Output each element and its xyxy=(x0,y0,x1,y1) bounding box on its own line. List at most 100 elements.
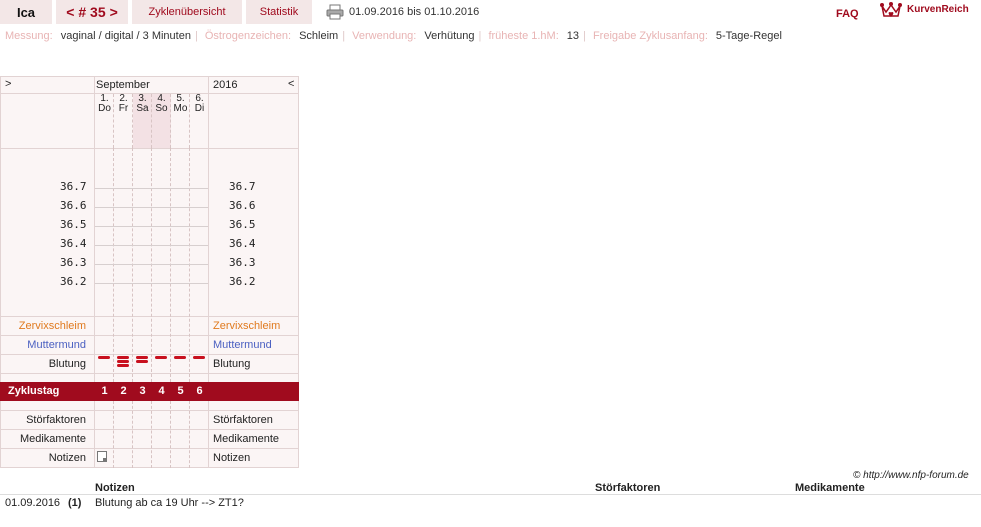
note-text: Blutung ab ca 19 Uhr --> ZT1? xyxy=(95,497,244,509)
setting-value: 13 xyxy=(566,30,580,42)
cycle-day-row: Zyklustag 1 2 3 4 5 6 xyxy=(0,382,299,401)
day-divider xyxy=(113,148,114,382)
cycle-day-cell[interactable]: 6 xyxy=(190,385,209,397)
bleeding-mark[interactable] xyxy=(136,360,148,363)
day-divider xyxy=(132,94,133,148)
temperature-label-right: 36.4 xyxy=(229,237,256,250)
row-separator xyxy=(0,410,299,411)
brand-logo[interactable]: KurvenReich xyxy=(907,4,969,15)
cycle-day-cell[interactable]: 3 xyxy=(133,385,152,397)
setting-label: Messung: xyxy=(5,30,53,42)
bleeding-mark[interactable] xyxy=(193,356,205,359)
temperature-chart: > September 2016 < 1. Do 2. Fr 3. Sa 4. So 5… xyxy=(0,76,299,468)
day-header: 1. Do xyxy=(95,94,114,114)
cycle-number: # 35 xyxy=(78,4,106,20)
temperature-gridline xyxy=(95,188,208,189)
notes-column-header: Notizen xyxy=(95,482,135,494)
medication-row-label: Medikamente xyxy=(19,433,86,445)
setting-label: Östrogenzeichen: xyxy=(204,30,292,42)
notes-row-label-right: Notizen xyxy=(213,452,251,464)
user-tab[interactable]: Ica xyxy=(0,0,52,24)
row-separator xyxy=(0,448,299,449)
separator: | xyxy=(583,30,586,42)
chart-scroll-right-button[interactable]: < xyxy=(288,78,294,96)
day-divider xyxy=(151,94,152,148)
bleeding-mark[interactable] xyxy=(117,364,129,367)
cycle-navigator: < # 35 > xyxy=(56,0,128,24)
temperature-label-right: 36.5 xyxy=(229,218,256,231)
day-divider xyxy=(170,401,171,468)
row-separator xyxy=(0,373,299,374)
day-of-week: Sa xyxy=(136,103,149,114)
cycle-day-cell[interactable]: 1 xyxy=(95,385,114,397)
bleeding-mark[interactable] xyxy=(117,356,129,359)
day-divider xyxy=(151,401,152,468)
bleeding-mark[interactable] xyxy=(117,360,129,363)
bleeding-mark[interactable] xyxy=(98,356,110,359)
row-separator xyxy=(0,335,299,336)
crown-heart-icon[interactable] xyxy=(880,2,902,20)
temperature-label: 36.4 xyxy=(60,237,87,250)
tab-statistics[interactable]: Statistik xyxy=(246,0,312,24)
day-divider xyxy=(170,94,171,148)
setting-label: früheste 1.hM: xyxy=(488,30,559,42)
cycle-day-label: Zyklustag xyxy=(8,385,60,397)
day-of-week: Fr xyxy=(118,103,129,114)
setting-value: Verhütung xyxy=(424,30,475,42)
printer-icon[interactable] xyxy=(326,4,344,20)
next-cycle-button[interactable]: > xyxy=(110,4,118,20)
cycle-settings-line: Messung: vaginal / digital / 3 Minuten | Ö… xyxy=(5,30,786,42)
row-separator xyxy=(0,316,299,317)
chart-scroll-left-button[interactable]: > xyxy=(5,78,11,96)
setting-value: 5-Tage-Regel xyxy=(715,30,782,42)
setting-value: Schleim xyxy=(299,30,339,42)
date-range: 01.09.2016 bis 01.10.2016 xyxy=(349,6,480,18)
tab-cycle-overview[interactable]: Zyklenübersicht xyxy=(132,0,242,24)
disturbances-row-label: Störfaktoren xyxy=(26,414,86,426)
table-header-rule xyxy=(0,494,981,495)
temperature-gridline xyxy=(95,207,208,208)
day-divider xyxy=(170,148,171,382)
year-label: 2016 xyxy=(213,79,238,91)
day-divider xyxy=(132,401,133,468)
bleeding-mark[interactable] xyxy=(174,356,186,359)
day-of-week: Mo xyxy=(173,103,188,114)
day-divider xyxy=(113,401,114,468)
bleeding-row-label-right: Blutung xyxy=(213,358,251,370)
cycle-day-cell[interactable]: 2 xyxy=(114,385,133,397)
day-of-week: So xyxy=(155,103,168,114)
setting-label: Freigabe Zyklusanfang: xyxy=(592,30,708,42)
bleeding-mark[interactable] xyxy=(155,356,167,359)
notes-row-label: Notizen xyxy=(48,452,86,464)
chart-border xyxy=(0,76,299,77)
cervix-position-row-label-right: Muttermund xyxy=(213,339,272,351)
previous-cycle-button[interactable]: < xyxy=(66,4,74,20)
note-date: 01.09.2016 xyxy=(5,497,61,509)
row-separator xyxy=(0,429,299,430)
copyright-notice: © http://www.nfp-forum.de xyxy=(853,470,969,481)
cycle-day-cell[interactable]: 5 xyxy=(171,385,190,397)
temperature-label: 36.5 xyxy=(60,218,87,231)
cycle-day-cell[interactable]: 4 xyxy=(152,385,171,397)
separator: | xyxy=(194,30,198,42)
cervix-row-label: Zervixschleim xyxy=(18,320,86,332)
note-icon[interactable] xyxy=(97,451,107,462)
temperature-label: 36.2 xyxy=(60,275,87,288)
day-of-week: Do xyxy=(98,103,111,114)
separator: | xyxy=(342,30,346,42)
day-header: 6. Di xyxy=(190,94,209,114)
setting-label: Verwendung: xyxy=(352,30,417,42)
cervix-row-label-right: Zervixschleim xyxy=(213,320,281,332)
faq-link[interactable]: FAQ xyxy=(836,8,859,20)
bleeding-mark[interactable] xyxy=(136,356,148,359)
row-separator xyxy=(0,354,299,355)
day-divider xyxy=(189,94,190,148)
temperature-gridline xyxy=(95,226,208,227)
temperature-gridline xyxy=(95,264,208,265)
temperature-label-right: 36.3 xyxy=(229,256,256,269)
top-bar: Ica < # 35 > Zyklenübersicht Statistik 0… xyxy=(0,0,981,24)
medication-row-label-right: Medikamente xyxy=(213,433,280,445)
temperature-gridline xyxy=(95,245,208,246)
day-divider xyxy=(132,148,133,382)
temperature-label: 36.3 xyxy=(60,256,87,269)
